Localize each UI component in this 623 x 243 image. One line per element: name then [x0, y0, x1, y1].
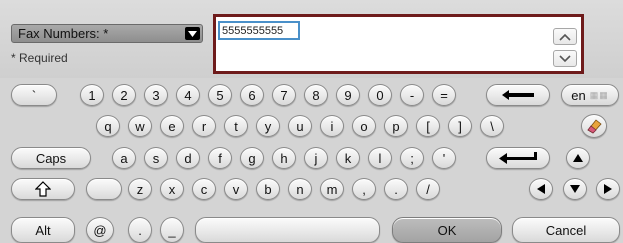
- dropdown-label: Fax Numbers: *: [18, 26, 109, 41]
- key-d[interactable]: d: [176, 147, 200, 169]
- key-dot[interactable]: .: [128, 217, 152, 243]
- key-3[interactable]: 3: [144, 84, 168, 106]
- cancel-button[interactable]: Cancel: [512, 217, 620, 243]
- key-o[interactable]: o: [352, 115, 376, 137]
- key-comma[interactable]: ,: [352, 178, 376, 200]
- fax-number-field[interactable]: [213, 14, 584, 74]
- key-l[interactable]: l: [368, 147, 392, 169]
- key-h[interactable]: h: [272, 147, 296, 169]
- arrow-down-icon: [570, 185, 580, 193]
- key-at[interactable]: @: [86, 217, 114, 243]
- key-backtick[interactable]: `: [11, 84, 57, 106]
- space-key[interactable]: [195, 217, 380, 243]
- enter-key[interactable]: [486, 147, 550, 169]
- key-equals[interactable]: =: [432, 84, 456, 106]
- top-panel: Fax Numbers: * * Required: [0, 0, 623, 78]
- ok-button[interactable]: OK: [392, 217, 502, 243]
- key-b[interactable]: b: [256, 178, 280, 200]
- key-semicolon[interactable]: ;: [400, 147, 424, 169]
- fax-numbers-dropdown[interactable]: Fax Numbers: *: [11, 24, 203, 43]
- key-x[interactable]: x: [160, 178, 184, 200]
- arrow-right-key[interactable]: [596, 178, 620, 200]
- key-left-bracket[interactable]: [: [416, 115, 440, 137]
- key-p[interactable]: p: [384, 115, 408, 137]
- arrow-left-key[interactable]: [529, 178, 553, 200]
- arrow-up-key[interactable]: [566, 147, 590, 169]
- arrow-right-icon: [604, 184, 612, 194]
- key-1[interactable]: 1: [80, 84, 104, 106]
- key-underscore[interactable]: _: [160, 217, 184, 243]
- key-s[interactable]: s: [144, 147, 168, 169]
- chevron-up-icon: [559, 33, 571, 41]
- key-r[interactable]: r: [192, 115, 216, 137]
- key-5[interactable]: 5: [208, 84, 232, 106]
- backspace-key[interactable]: [486, 84, 550, 106]
- key-t[interactable]: t: [224, 115, 248, 137]
- chevron-down-icon: [185, 27, 200, 40]
- key-minus[interactable]: -: [400, 84, 424, 106]
- key-9[interactable]: 9: [336, 84, 360, 106]
- language-key[interactable]: en ▦▦: [561, 84, 619, 106]
- key-2[interactable]: 2: [112, 84, 136, 106]
- key-a[interactable]: a: [112, 147, 136, 169]
- shift-arrow-icon: [35, 181, 51, 197]
- enter-arrow-icon: [499, 152, 537, 164]
- language-label: en: [571, 87, 586, 103]
- blank-key[interactable]: [86, 178, 122, 200]
- key-v[interactable]: v: [224, 178, 248, 200]
- key-slash[interactable]: /: [416, 178, 440, 200]
- key-m[interactable]: m: [320, 178, 344, 200]
- clear-key[interactable]: [581, 114, 607, 138]
- key-8[interactable]: 8: [304, 84, 328, 106]
- backspace-arrow-icon: [502, 90, 534, 100]
- key-quote[interactable]: ': [432, 147, 456, 169]
- caps-key[interactable]: Caps: [11, 147, 91, 169]
- key-4[interactable]: 4: [176, 84, 200, 106]
- key-7[interactable]: 7: [272, 84, 296, 106]
- key-6[interactable]: 6: [240, 84, 264, 106]
- key-j[interactable]: j: [304, 147, 328, 169]
- scroll-down-button[interactable]: [553, 50, 577, 67]
- fax-number-input[interactable]: [218, 21, 300, 40]
- key-backslash[interactable]: \: [480, 115, 504, 137]
- key-f[interactable]: f: [208, 147, 232, 169]
- shift-key[interactable]: [11, 178, 75, 200]
- keyboard-layout-icon: ▦▦: [589, 89, 609, 100]
- eraser-icon: [587, 119, 602, 134]
- key-z[interactable]: z: [128, 178, 152, 200]
- key-c[interactable]: c: [192, 178, 216, 200]
- key-e[interactable]: e: [160, 115, 184, 137]
- key-q[interactable]: q: [96, 115, 120, 137]
- key-n[interactable]: n: [288, 178, 312, 200]
- key-u[interactable]: u: [288, 115, 312, 137]
- arrow-down-key[interactable]: [563, 178, 587, 200]
- key-k[interactable]: k: [336, 147, 360, 169]
- key-w[interactable]: w: [128, 115, 152, 137]
- key-0[interactable]: 0: [368, 84, 392, 106]
- required-note: * Required: [11, 51, 68, 65]
- chevron-down-icon: [559, 54, 571, 62]
- arrow-up-icon: [573, 154, 583, 162]
- scroll-up-button[interactable]: [553, 28, 577, 45]
- alt-key[interactable]: Alt: [11, 217, 75, 243]
- key-right-bracket[interactable]: ]: [448, 115, 472, 137]
- key-period[interactable]: .: [384, 178, 408, 200]
- key-y[interactable]: y: [256, 115, 280, 137]
- arrow-left-icon: [537, 184, 545, 194]
- key-i[interactable]: i: [320, 115, 344, 137]
- key-g[interactable]: g: [240, 147, 264, 169]
